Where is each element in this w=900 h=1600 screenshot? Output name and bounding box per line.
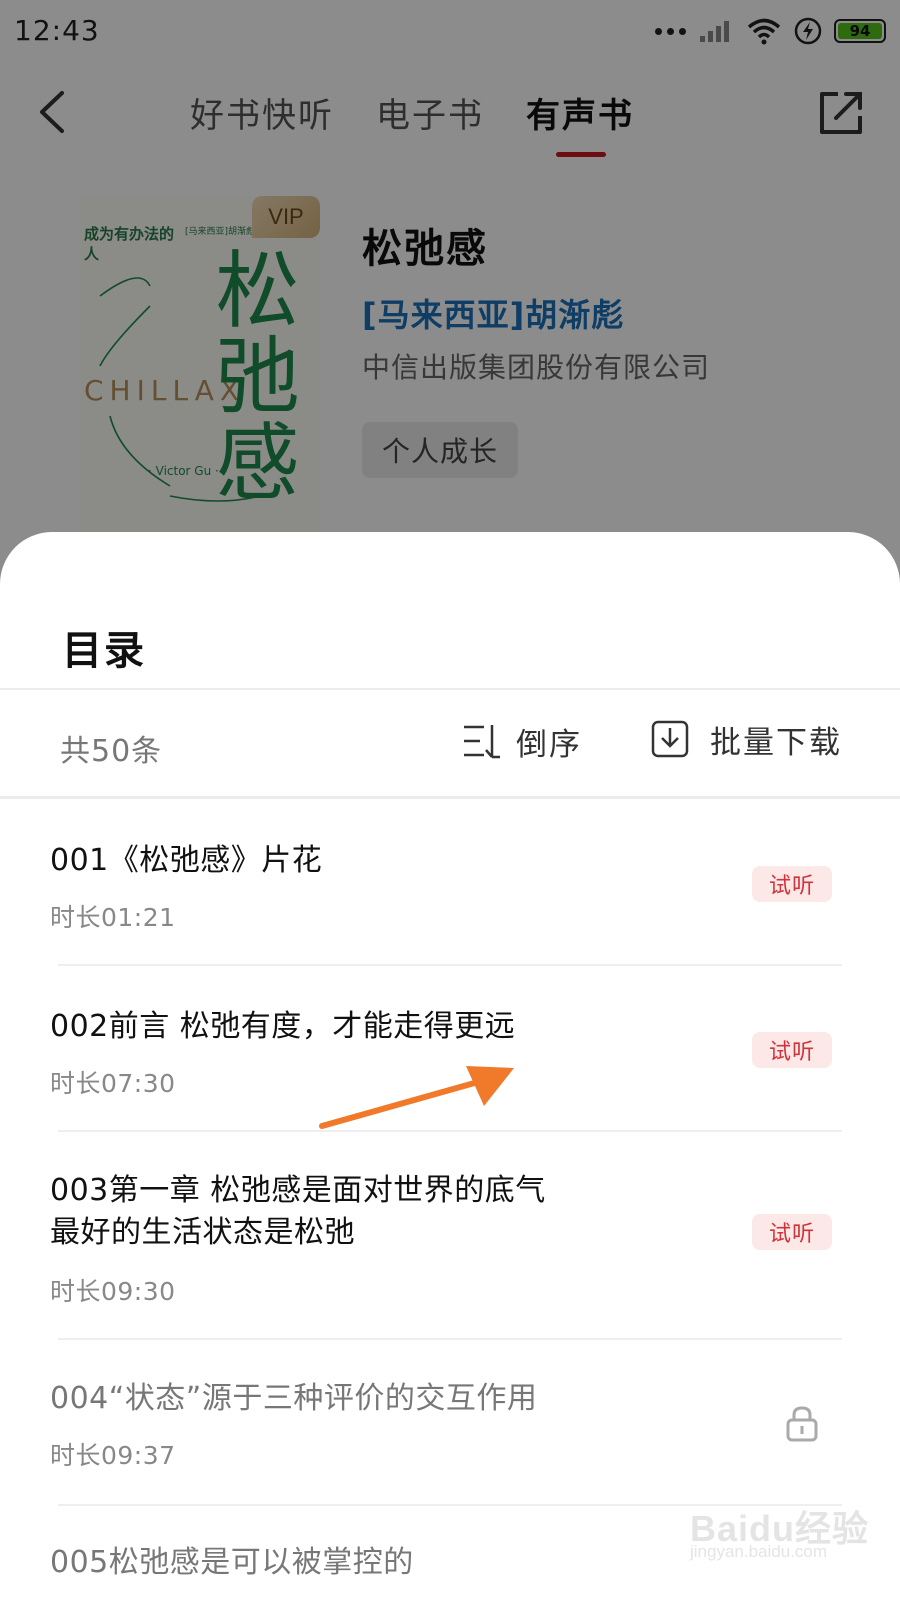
batch-download-label: 批量下载 bbox=[710, 724, 842, 761]
chapter-item[interactable]: 004“状态”源于三种评价的交互作用 时长09:37 bbox=[50, 1340, 842, 1506]
sheet-title: 目录 bbox=[62, 628, 146, 674]
divider bbox=[0, 796, 900, 799]
chapter-duration: 时长09:30 bbox=[50, 1277, 176, 1306]
chapter-title: 003第一章 松弛感是面对世界的底气 最好的生活状态是松弛 bbox=[50, 1173, 546, 1250]
chapter-item[interactable]: 001《松弛感》片花 时长01:21 试听 bbox=[50, 800, 842, 966]
sort-icon bbox=[464, 725, 500, 759]
trial-badge: 试听 bbox=[752, 1032, 832, 1068]
batch-download-button[interactable]: 批量下载 bbox=[650, 714, 842, 764]
toc-toolbar: 共50条 倒序 批量下载 bbox=[0, 690, 900, 796]
download-icon bbox=[651, 720, 689, 758]
book-detail-page: 12:43 94 好书快听 电子书 有声书 成为有办法的人 [马来西亚]胡渐彪 … bbox=[0, 0, 900, 600]
sort-button[interactable]: 倒序 bbox=[462, 716, 582, 766]
chapter-title: 005松弛感是可以被掌控的 bbox=[50, 1545, 414, 1580]
trial-badge: 试听 bbox=[752, 866, 832, 902]
trial-badge: 试听 bbox=[752, 1214, 832, 1250]
chapter-count: 共50条 bbox=[60, 734, 163, 769]
chapter-duration: 时长09:37 bbox=[50, 1441, 176, 1470]
watermark-url: jingyan.baidu.com bbox=[690, 1542, 828, 1561]
modal-backdrop[interactable] bbox=[0, 0, 900, 600]
lock-icon bbox=[786, 1406, 818, 1442]
annotation-arrow-icon bbox=[319, 1066, 514, 1129]
watermark-logo: Baidu经验 jingyan.baidu.com bbox=[690, 1500, 870, 1580]
chapter-item[interactable]: 003第一章 松弛感是面对世界的底气 最好的生活状态是松弛 时长09:30 试听 bbox=[50, 1132, 842, 1340]
chapter-title: 002前言 松弛有度，才能走得更远 bbox=[50, 1009, 516, 1044]
chapter-title: 001《松弛感》片花 bbox=[50, 843, 323, 878]
sort-label: 倒序 bbox=[516, 726, 582, 763]
chapter-list: 001《松弛感》片花 时长01:21 试听 002前言 松弛有度，才能走得更远 … bbox=[0, 800, 900, 1600]
chapter-duration: 时长07:30 bbox=[50, 1069, 176, 1098]
chapter-duration: 时长01:21 bbox=[50, 903, 176, 932]
chapter-title: 004“状态”源于三种评价的交互作用 bbox=[50, 1381, 538, 1416]
